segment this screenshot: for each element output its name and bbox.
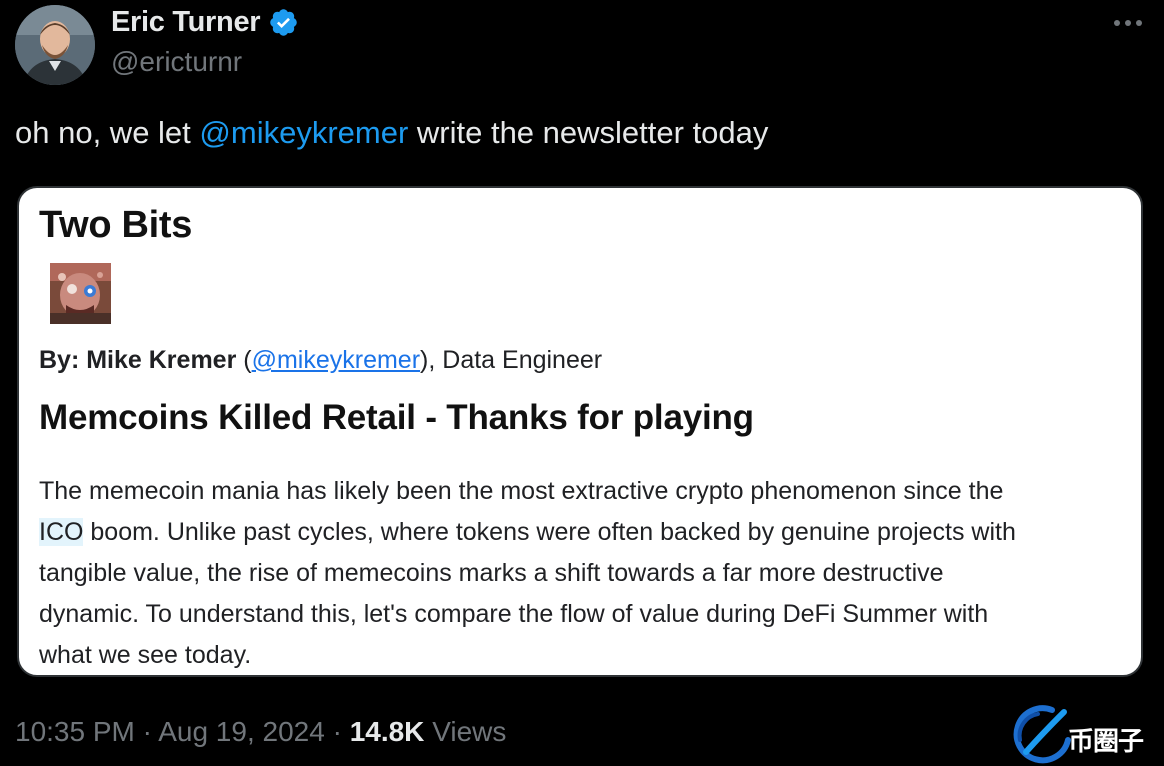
more-horizontal-icon (1114, 20, 1142, 26)
author-avatar[interactable] (15, 5, 95, 85)
watermark-text: 币圈子 (1068, 726, 1144, 756)
body-line-5: what we see today. (39, 641, 252, 669)
author-name-row: Eric Turner (111, 6, 299, 39)
avatar-image (15, 5, 95, 85)
author-handle[interactable]: @ericturnr (111, 46, 242, 78)
author-thumbnail-image (50, 263, 111, 324)
body-line-4: dynamic. To understand this, let's compa… (39, 600, 989, 628)
tweet-text: oh no, we let @mikeykremer write the new… (15, 115, 768, 151)
views-count: 14.8K (349, 716, 425, 747)
body-line-2: ICO boom. Unlike past cycles, where toke… (39, 512, 1119, 553)
newsletter-author-image (50, 263, 111, 324)
byline-role: ), Data Engineer (420, 346, 603, 374)
byline-handle-link: @mikeykremer (251, 346, 421, 374)
tweet-time[interactable]: 10:35 PM (15, 716, 135, 747)
body-line-1: The memecoin mania has likely been the m… (39, 477, 1004, 505)
meta-separator: · (324, 716, 350, 747)
tweet-text-before: oh no, we let (15, 115, 200, 150)
newsletter-headline: Memcoins Killed Retail - Thanks for play… (39, 398, 754, 437)
author-display-name[interactable]: Eric Turner (111, 6, 261, 39)
watermark-logo-icon (1013, 705, 1071, 764)
views-label: Views (432, 716, 507, 747)
watermark: 币圈子 (1012, 704, 1162, 764)
body-line-2-rest: boom. Unlike past cycles, where tokens w… (83, 518, 1016, 546)
tweet-text-after: write the newsletter today (408, 115, 769, 150)
body-line-3: tangible value, the rise of memecoins ma… (39, 559, 944, 587)
byline-open-paren: ( (236, 346, 252, 374)
byline-author: By: Mike Kremer (39, 346, 237, 374)
highlighted-term: ICO (39, 518, 84, 546)
tweet-meta: 10:35 PM · Aug 19, 2024 · 14.8K Views (15, 716, 506, 748)
more-options-button[interactable] (1108, 8, 1148, 38)
newsletter-title: Two Bits (39, 204, 193, 246)
verified-badge-icon (270, 9, 298, 36)
tweet-date[interactable]: Aug 19, 2024 (158, 716, 325, 747)
attached-image[interactable]: Two Bits By: Mike Kremer (@mikeykremer),… (17, 186, 1143, 677)
newsletter-byline: By: Mike Kremer (@mikeykremer), Data Eng… (39, 346, 602, 375)
meta-separator: · (134, 716, 159, 747)
newsletter-body: The memecoin mania has likely been the m… (39, 471, 1119, 675)
mention-link[interactable]: @mikeykremer (199, 115, 408, 150)
